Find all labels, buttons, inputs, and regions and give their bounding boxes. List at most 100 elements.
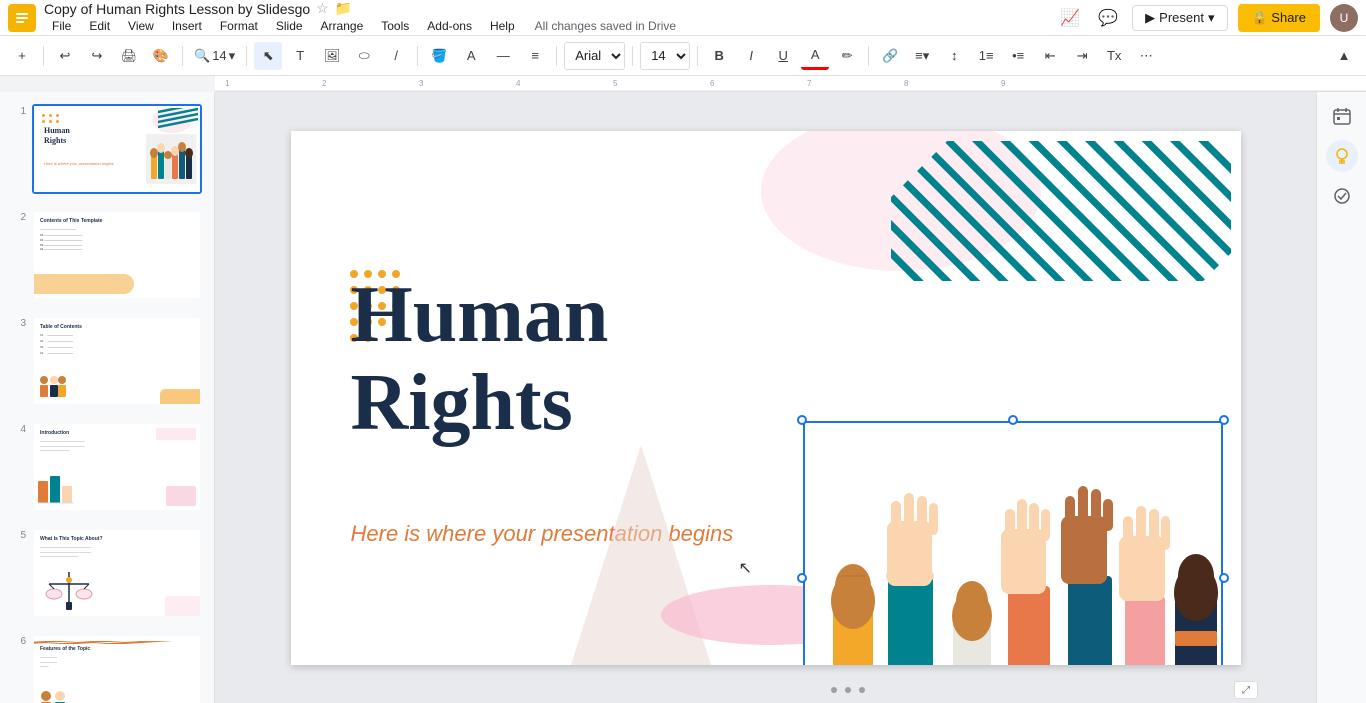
svg-text:6: 6 xyxy=(710,79,715,88)
menu-view[interactable]: View xyxy=(120,17,162,35)
slide-preview-3: Table of Contents 01──────────── 02─────… xyxy=(32,316,202,406)
menu-insert[interactable]: Insert xyxy=(164,17,210,35)
menu-addons[interactable]: Add-ons xyxy=(419,17,480,35)
slide-thumb-1[interactable]: 1 xyxy=(8,100,206,198)
toolbar-font-color[interactable]: A xyxy=(801,42,829,70)
right-panel xyxy=(1316,92,1366,703)
zoom-icon: 🔍 xyxy=(194,48,210,64)
nav-dot-3[interactable] xyxy=(859,687,865,693)
toolbar-linewidth[interactable]: ≡ xyxy=(521,42,549,70)
canvas-area: Human Rights Here is where your presenta… xyxy=(215,92,1316,703)
comment-icon-btn[interactable]: 💬 xyxy=(1094,4,1122,32)
share-label: 🔒 Share xyxy=(1252,10,1307,26)
toolbar-undo[interactable]: ↩ xyxy=(51,42,79,70)
toolbar-redo[interactable]: ↪ xyxy=(83,42,111,70)
folder-icon[interactable]: 📁 xyxy=(335,0,352,17)
toolbar-more[interactable]: ⋯ xyxy=(1132,42,1160,70)
present-button[interactable]: ▶ Present ▾ xyxy=(1132,5,1227,31)
menu-file[interactable]: File xyxy=(44,17,79,35)
expand-button[interactable]: ⤢ xyxy=(1234,681,1258,699)
header-right: 📈 💬 ▶ Present ▾ 🔒 Share U xyxy=(1056,4,1358,32)
present-chevron: ▾ xyxy=(1208,10,1215,26)
slide-num-6: 6 xyxy=(12,634,26,647)
menu-format[interactable]: Format xyxy=(212,17,266,35)
toolbar-bullet-list[interactable]: •≡ xyxy=(1004,42,1032,70)
toolbar-shape[interactable]: ⬭ xyxy=(350,42,378,70)
font-size-select[interactable]: 14 xyxy=(640,42,690,70)
toolbar-image[interactable]: 🖼 xyxy=(318,42,346,70)
toolbar-paint[interactable]: 🎨 xyxy=(147,42,175,70)
user-avatar[interactable]: U xyxy=(1330,4,1358,32)
sep6 xyxy=(632,46,633,66)
toolbar-bold[interactable]: B xyxy=(705,42,733,70)
slide-preview-5: What Is This Topic About? ──────────────… xyxy=(32,528,202,618)
slide-thumb-4[interactable]: 4 Introduction ─────────────────────────… xyxy=(8,418,206,516)
nav-dot-2[interactable] xyxy=(845,687,851,693)
toolbar-indent-inc[interactable]: ⇥ xyxy=(1068,42,1096,70)
menu-help[interactable]: Help xyxy=(482,17,523,35)
svg-text:4: 4 xyxy=(516,79,521,88)
slide-thumb-6[interactable]: 6 Features of the Topic ────────────────… xyxy=(8,630,206,703)
saved-status: All changes saved in Drive xyxy=(535,19,676,33)
svg-text:3: 3 xyxy=(419,79,424,88)
toolbar-linestyle[interactable]: — xyxy=(489,42,517,70)
toolbar-text-box[interactable]: T xyxy=(286,42,314,70)
toolbar-collapse[interactable]: ▲ xyxy=(1330,42,1358,70)
svg-text:1: 1 xyxy=(225,79,230,88)
toolbar-add[interactable]: + xyxy=(8,42,36,70)
calendar-icon-btn[interactable] xyxy=(1326,100,1358,132)
zoom-chevron: ▾ xyxy=(229,48,236,64)
share-button[interactable]: 🔒 Share xyxy=(1238,4,1321,32)
selection-handle-mr xyxy=(1219,573,1229,583)
menu-slide[interactable]: Slide xyxy=(268,17,311,35)
slide-thumb-2[interactable]: 2 Contents of This Template ────────────… xyxy=(8,206,206,304)
sep5 xyxy=(556,46,557,66)
toolbar-link[interactable]: 🔗 xyxy=(876,42,904,70)
menu-arrange[interactable]: Arrange xyxy=(313,17,372,35)
cursor-indicator: ↖ xyxy=(739,558,752,578)
hands-image-container[interactable] xyxy=(803,421,1223,665)
menu-edit[interactable]: Edit xyxy=(81,17,118,35)
toolbar-highlight[interactable]: ✏ xyxy=(833,42,861,70)
app-icon[interactable] xyxy=(8,4,36,32)
toolbar-color[interactable]: A xyxy=(457,42,485,70)
title-area: Copy of Human Rights Lesson by Slidesgo … xyxy=(44,0,1056,35)
zoom-value: 14 xyxy=(212,48,226,63)
slide-thumb-5[interactable]: 5 What Is This Topic About? ────────────… xyxy=(8,524,206,622)
toolbar-clear-format[interactable]: Tx xyxy=(1100,42,1128,70)
slide-preview-6: Features of the Topic ──────────────────… xyxy=(32,634,202,703)
present-label: Present xyxy=(1159,10,1204,25)
toolbar-numbered-list[interactable]: 1≡ xyxy=(972,42,1000,70)
toolbar-bg[interactable]: 🪣 xyxy=(425,42,453,70)
svg-text:9: 9 xyxy=(1001,79,1006,88)
sep4 xyxy=(417,46,418,66)
checkmark-icon-btn[interactable] xyxy=(1326,180,1358,212)
nav-dot-1[interactable] xyxy=(831,687,837,693)
selection-handle-tl xyxy=(797,415,807,425)
slide-num-5: 5 xyxy=(12,528,26,541)
slide-title-line2: Rights xyxy=(351,359,609,447)
present-icon: ▶ xyxy=(1145,10,1155,26)
toolbar-underline[interactable]: U xyxy=(769,42,797,70)
slide-thumb-3[interactable]: 3 Table of Contents 01──────────── 02───… xyxy=(8,312,206,410)
slide-num-3: 3 xyxy=(12,316,26,329)
toolbar-zoom[interactable]: 🔍 14 ▾ xyxy=(190,42,239,70)
toolbar-line[interactable]: / xyxy=(382,42,410,70)
toolbar-line-spacing[interactable]: ↕ xyxy=(940,42,968,70)
menu-bar: File Edit View Insert Format Slide Arran… xyxy=(44,17,1056,35)
toolbar-select[interactable]: ⬉ xyxy=(254,42,282,70)
svg-text:5: 5 xyxy=(613,79,618,88)
svg-text:2: 2 xyxy=(322,79,327,88)
main-slide: Human Rights Here is where your presenta… xyxy=(291,131,1241,665)
sep2 xyxy=(182,46,183,66)
toolbar-print[interactable]: 🖨 xyxy=(115,42,143,70)
menu-tools[interactable]: Tools xyxy=(373,17,417,35)
toolbar-indent-dec[interactable]: ⇤ xyxy=(1036,42,1064,70)
toolbar-italic[interactable]: I xyxy=(737,42,765,70)
trend-icon-btn[interactable]: 📈 xyxy=(1056,4,1084,32)
toolbar-align[interactable]: ≡▾ xyxy=(908,42,936,70)
star-icon[interactable]: ☆ xyxy=(316,0,329,17)
font-family-select[interactable]: Arial xyxy=(564,42,625,70)
slide-main-title: Human Rights xyxy=(351,271,609,447)
bulb-icon-btn[interactable] xyxy=(1326,140,1358,172)
